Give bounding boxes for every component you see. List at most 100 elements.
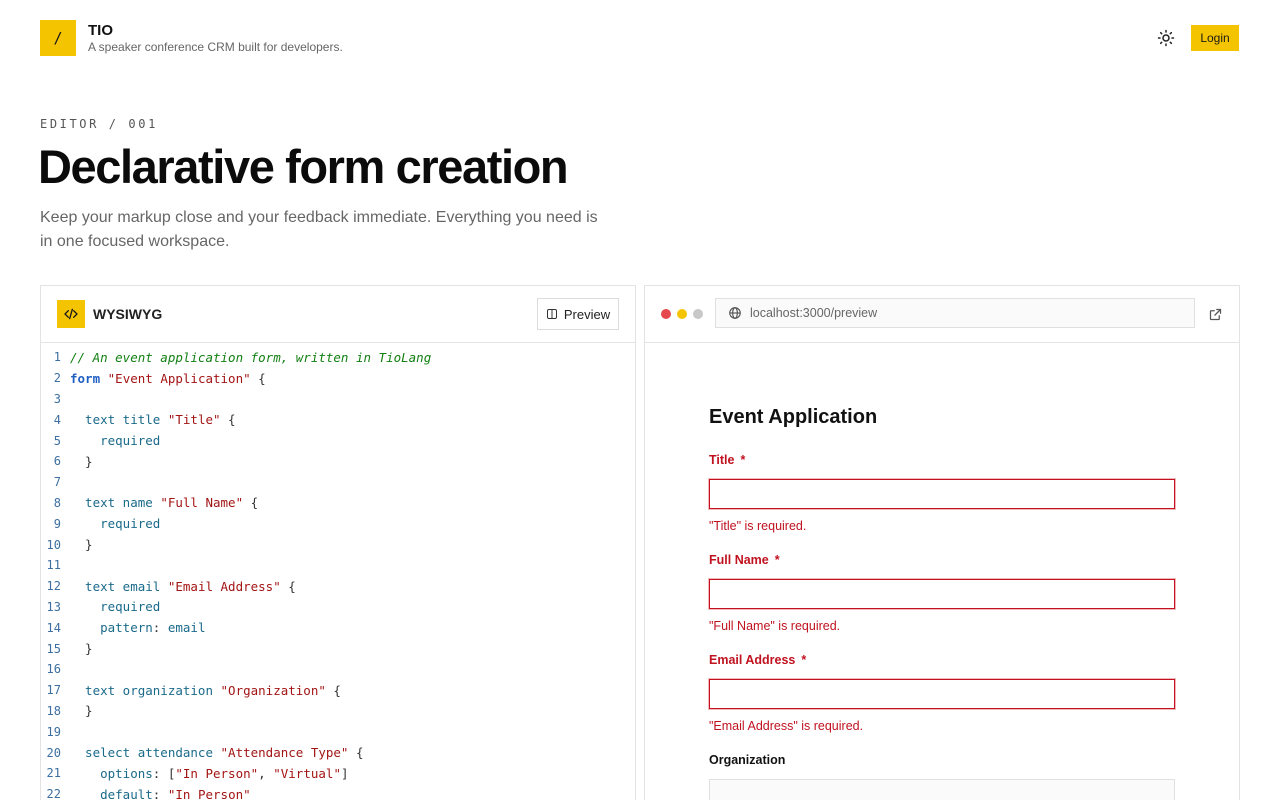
- field-label: Organization: [709, 753, 1177, 769]
- title-input[interactable]: [709, 479, 1175, 509]
- code-text: select attendance "Attendance Type" {: [61, 745, 363, 761]
- code-token: required: [70, 599, 161, 615]
- line-number: 7: [53, 475, 61, 490]
- code-line: 6 }: [41, 451, 635, 472]
- code-text: }: [61, 641, 93, 656]
- brand-tagline: A speaker conference CRM built for devel…: [88, 40, 343, 54]
- browser-toolbar: localhost:3000/preview: [645, 286, 1239, 343]
- required-mark: *: [774, 553, 780, 567]
- login-button[interactable]: Login: [1191, 25, 1239, 51]
- code-token: :: [152, 620, 168, 636]
- field-label-text: Organization: [709, 753, 786, 767]
- preview-button-label: Preview: [563, 306, 611, 322]
- code-line: 12 text email "Email Address" {: [41, 576, 635, 597]
- field-error: "Full Name" is required.: [709, 619, 841, 633]
- code-token: required: [70, 516, 161, 532]
- window-close-dot: [661, 309, 671, 319]
- line-number: 20: [46, 745, 61, 760]
- logo[interactable]: /: [40, 20, 76, 56]
- field-label-text: Full Name: [709, 553, 769, 567]
- email-field: Email Address * "Email Address" is requi…: [709, 653, 1177, 735]
- code-token: email: [167, 620, 206, 636]
- line-number: 17: [46, 683, 61, 698]
- open-external-button[interactable]: [1206, 305, 1224, 323]
- code-token: text title: [70, 412, 168, 428]
- line-number: 21: [46, 766, 61, 781]
- code-token: "Organization": [220, 682, 326, 698]
- code-text: pattern: email: [61, 620, 206, 636]
- code-line: 1 // An event application form, written i…: [41, 347, 635, 368]
- required-mark: *: [740, 453, 746, 467]
- field-label-text: Email Address: [709, 653, 796, 667]
- code-text: text organization "Organization" {: [61, 683, 341, 698]
- line-number: 18: [46, 703, 61, 718]
- code-token: "Event Application": [107, 370, 251, 386]
- code-text: options: ["In Person", "Virtual"]: [61, 765, 349, 781]
- code-token: text email: [70, 578, 168, 594]
- code-token: {: [250, 370, 266, 386]
- code-token: "In Person": [175, 765, 259, 781]
- code-line: 19: [41, 721, 635, 742]
- code-token: }: [70, 537, 93, 553]
- preview-button[interactable]: Preview: [537, 298, 619, 330]
- theme-toggle-button[interactable]: [1156, 28, 1176, 48]
- line-number: 14: [46, 620, 61, 635]
- full-name-input[interactable]: [709, 579, 1175, 609]
- line-number: 11: [46, 558, 61, 573]
- form-preview: Event Application Title * "Title" is req…: [709, 406, 1177, 800]
- code-token: form: [70, 370, 101, 386]
- sun-icon: [1157, 29, 1175, 47]
- full-name-field: Full Name * "Full Name" is required.: [709, 553, 1177, 635]
- code-line: 4 text title "Title" {: [41, 409, 635, 430]
- code-line: 22 default: "In Person": [41, 784, 635, 800]
- organization-field: Organization: [709, 753, 1177, 800]
- editor-toolbar: WYSIWYG Preview: [41, 286, 635, 343]
- code-token: options: [70, 765, 153, 781]
- line-number: 2: [53, 371, 61, 386]
- code-line: 8 text name "Full Name" {: [41, 493, 635, 514]
- code-text: text title "Title" {: [61, 412, 236, 427]
- code-token: "In Person": [167, 786, 251, 800]
- organization-input[interactable]: [709, 779, 1175, 800]
- code-line: 5 required: [41, 430, 635, 451]
- code-line: 10 }: [41, 534, 635, 555]
- field-error: "Title" is required.: [709, 519, 807, 533]
- code-text: form "Event Application" {: [61, 371, 266, 386]
- line-number: 6: [53, 454, 61, 469]
- title-field: Title * "Title" is required.: [709, 453, 1177, 535]
- external-link-icon: [1209, 308, 1221, 320]
- url-bar[interactable]: localhost:3000/preview: [715, 298, 1195, 328]
- editor-panel: WYSIWYG Preview 1 // An event application…: [40, 285, 636, 800]
- code-token: required: [70, 433, 161, 449]
- required-mark: *: [801, 653, 807, 667]
- code-token: "Full Name": [160, 495, 244, 511]
- line-number: 19: [46, 724, 61, 739]
- code-text: text email "Email Address" {: [61, 579, 296, 594]
- code-token: {: [243, 495, 259, 511]
- code-token: "Virtual": [273, 765, 341, 781]
- line-number: 8: [53, 495, 61, 510]
- line-number: 12: [46, 579, 61, 594]
- line-number: 22: [46, 787, 61, 800]
- code-token: ,: [258, 765, 274, 781]
- code-line: 9 required: [41, 513, 635, 534]
- code-token: }: [70, 453, 93, 469]
- code-token: "Attendance Type": [220, 745, 349, 761]
- code-editor[interactable]: 1 // An event application form, written i…: [41, 347, 635, 800]
- columns-icon: [546, 309, 557, 319]
- window-maximize-dot: [693, 309, 703, 319]
- preview-panel: localhost:3000/preview Event Application…: [644, 285, 1240, 800]
- code-token: {: [220, 412, 236, 428]
- code-token: :: [152, 786, 168, 800]
- email-input[interactable]: [709, 679, 1175, 709]
- code-token: ]: [340, 765, 349, 781]
- site-header: / TIO A speaker conference CRM built for…: [40, 20, 1240, 56]
- code-token: }: [70, 641, 93, 657]
- line-number: 3: [53, 391, 61, 406]
- code-token: text organization: [70, 682, 221, 698]
- code-line: 16: [41, 659, 635, 680]
- field-label: Email Address *: [709, 653, 1177, 669]
- code-line: 11: [41, 555, 635, 576]
- code-token: default: [70, 786, 153, 800]
